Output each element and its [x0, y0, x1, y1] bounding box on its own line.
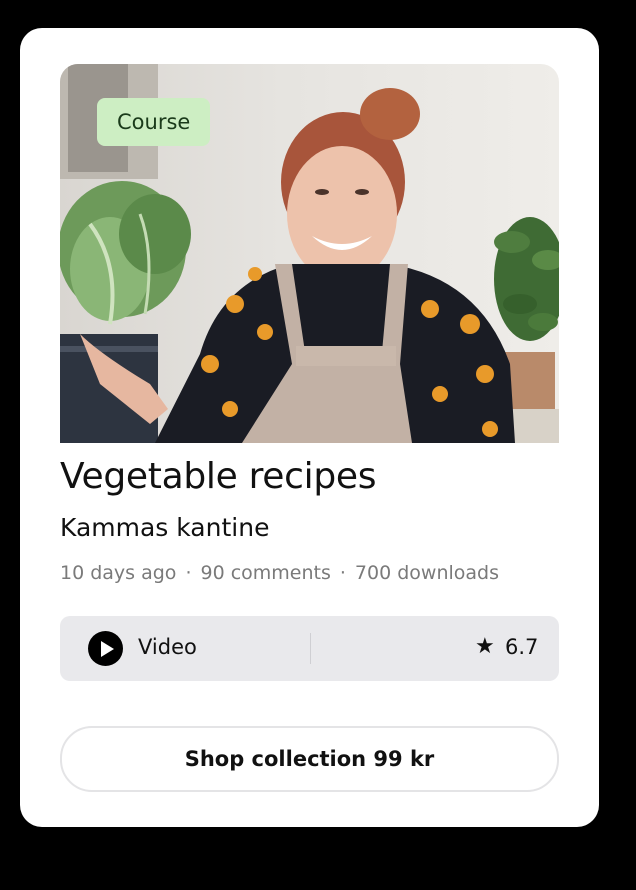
- meta-separator: ·: [185, 562, 192, 584]
- course-meta: 10 days ago · 90 comments · 700 downloads: [60, 562, 499, 584]
- course-thumbnail[interactable]: Course: [60, 64, 559, 443]
- info-divider: [310, 633, 311, 664]
- play-icon[interactable]: [88, 631, 123, 666]
- comment-count[interactable]: 90 comments: [200, 562, 330, 584]
- shop-collection-button[interactable]: Shop collection 99 kr: [60, 726, 559, 792]
- download-count: 700 downloads: [354, 562, 499, 584]
- info-bar: Video ★ 6.7: [60, 616, 559, 681]
- course-card[interactable]: Course Vegetable recipes Kammas kantine …: [20, 28, 599, 827]
- media-type-label: Video: [138, 635, 197, 659]
- course-badge: Course: [97, 98, 211, 146]
- posted-date: 10 days ago: [60, 562, 177, 584]
- star-icon: ★: [475, 634, 495, 659]
- meta-separator: ·: [339, 562, 346, 584]
- course-author[interactable]: Kammas kantine: [60, 513, 269, 542]
- course-title[interactable]: Vegetable recipes: [60, 456, 377, 497]
- rating-value: 6.7: [505, 635, 539, 659]
